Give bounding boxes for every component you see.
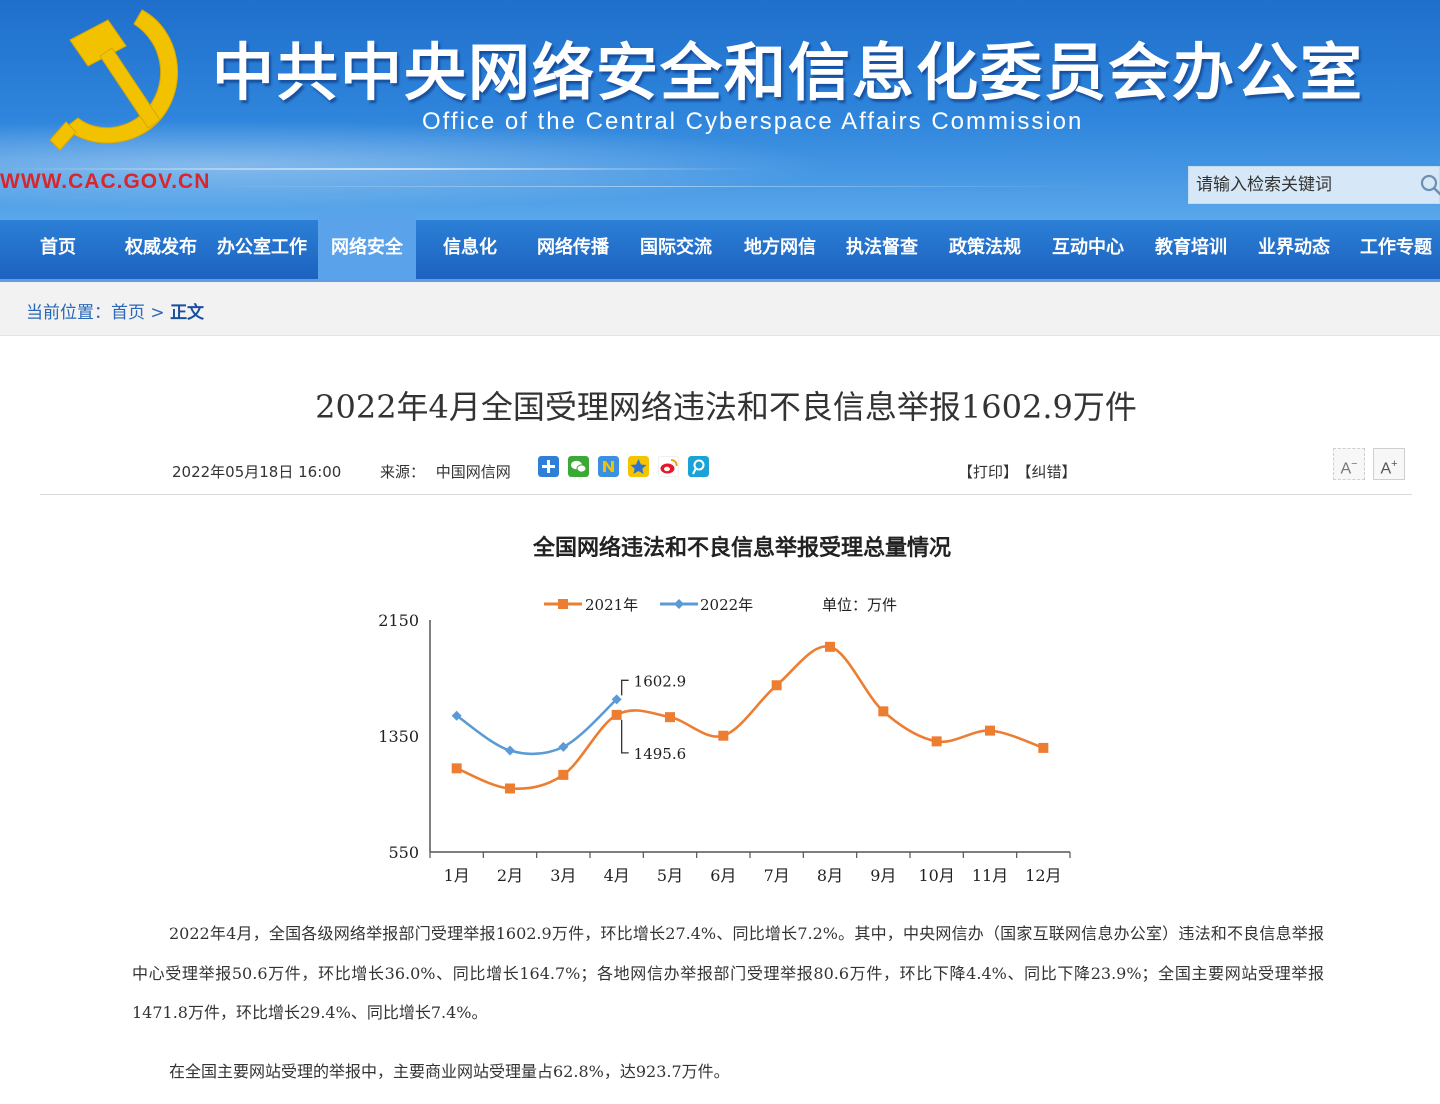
data-point [558, 769, 569, 780]
annotation-label: 1495.6 [634, 745, 687, 763]
article-paragraph: 在全国主要网站受理的举报中，主要商业网站受理量占62.8%，达923.7万件。 [169, 1062, 730, 1081]
chart-title: 全国网络违法和不良信息举报受理总量情况 [532, 535, 951, 561]
article-title: 2022年4月全国受理网络违法和不良信息举报1602.9万件 [315, 388, 1137, 426]
weibo-icon[interactable] [658, 456, 679, 477]
nav-item-topics[interactable]: 工作专题 [1346, 220, 1440, 279]
nav-item-home[interactable]: 首页 [0, 220, 116, 279]
data-point [505, 783, 515, 794]
breadcrumb-current: 正文 [170, 303, 205, 323]
search-icon[interactable] [1420, 174, 1440, 196]
chart-annotations: 1602.9 1495.6 [621, 672, 687, 763]
font-larger-label: A [1380, 460, 1392, 478]
minus-icon: − [1351, 458, 1358, 470]
banner-light-line [200, 186, 1100, 187]
chart-axes: 1月 2月 3月 4月 5月 6月 7月 8月 9月 10月 11月 12月 550 1350 2150 [378, 611, 1071, 885]
chart-unit-label: 单位：万件 [822, 596, 897, 614]
nav-item-policy[interactable]: 政策法规 [934, 220, 1036, 279]
data-point [1038, 742, 1049, 753]
data-point [718, 730, 729, 741]
legend-label-2022: 2022年 [700, 596, 753, 614]
legend-label-2021: 2021年 [585, 596, 638, 614]
x-tick-label: 2月 [497, 866, 523, 885]
print-link[interactable]: 【打印】 [958, 463, 1018, 481]
breadcrumb-bar: 当前位置：首页 > 正文 [0, 282, 1440, 336]
font-larger-button[interactable]: A+ [1373, 448, 1405, 480]
source-name: 中国网信网 [435, 463, 511, 481]
y-tick-label: 2150 [378, 611, 419, 630]
nav-item-office[interactable]: 办公室工作 [206, 220, 318, 279]
data-point [558, 741, 569, 752]
breadcrumb-prefix: 当前位置： [26, 303, 111, 323]
breadcrumb-separator: > [150, 303, 165, 323]
nav-item-authority[interactable]: 权威发布 [116, 220, 206, 279]
x-tick-label: 9月 [870, 866, 896, 885]
print-links: 【打印】 【纠错】 [958, 461, 1083, 482]
legend-marker-2021 [558, 599, 568, 609]
data-point [825, 641, 835, 652]
breadcrumb: 当前位置：首页 > 正文 [26, 298, 204, 323]
correct-link[interactable]: 【纠错】 [1024, 463, 1077, 481]
data-point [451, 763, 462, 774]
x-tick-label: 6月 [710, 866, 736, 885]
plus-share-icon[interactable] [538, 456, 559, 477]
annotation-leader [621, 719, 629, 754]
breadcrumb-home-link[interactable]: 首页 [111, 303, 145, 323]
chart-series [451, 641, 1049, 794]
data-point [985, 725, 995, 736]
data-point [878, 706, 889, 717]
reports-line-chart: 全国网络违法和不良信息举报受理总量情况 2021年 2022年 单位：万件 1月… [378, 535, 1071, 885]
data-point [931, 736, 942, 747]
article-source: 来源： 中国网信网 [380, 461, 511, 482]
x-tick-label: 1月 [444, 866, 470, 885]
main-nav: 首页 权威发布 办公室工作 网络安全 信息化 网络传播 国际交流 地方网信 执法… [0, 214, 1440, 282]
article-paragraph: 2022年4月，全国各级网络举报部门受理举报1602.9万件，环比增长27.4%… [132, 924, 1324, 1022]
data-point [505, 745, 515, 756]
series-line-2022年 [455, 698, 618, 756]
site-url[interactable]: WWW.CAC.GOV.CN [0, 170, 210, 194]
search-input[interactable] [1189, 167, 1409, 203]
nav-item-education[interactable]: 教育培训 [1140, 220, 1242, 279]
font-smaller-label: A [1340, 460, 1352, 478]
nav-item-informatization[interactable]: 信息化 [416, 220, 524, 279]
x-tick-label: 12月 [1025, 866, 1061, 885]
source-label: 来源： [380, 463, 426, 481]
renren-icon[interactable] [598, 456, 619, 477]
nav-item-enforcement[interactable]: 执法督查 [832, 220, 932, 279]
nav-item-security[interactable]: 网络安全 [318, 214, 416, 279]
x-tick-label: 8月 [817, 866, 843, 885]
series-line-2021年 [456, 645, 1044, 791]
x-tick-label: 10月 [918, 866, 954, 885]
search-box [1188, 166, 1440, 204]
x-tick-label: 7月 [764, 866, 790, 885]
plus-icon: + [1391, 458, 1398, 470]
font-smaller-button[interactable]: A− [1333, 448, 1365, 480]
x-tick-label: 5月 [657, 866, 683, 885]
chart-legend: 2021年 2022年 单位：万件 [544, 596, 897, 614]
annotation-leader [621, 679, 629, 696]
x-tick-label: 11月 [972, 866, 1008, 885]
legend-marker-2022 [674, 599, 684, 609]
nav-item-communication[interactable]: 网络传播 [524, 220, 622, 279]
qzone-icon[interactable] [628, 456, 649, 477]
article-date: 2022年05月18日 16:00 [172, 463, 342, 481]
header-divider [40, 494, 1412, 495]
party-emblem-icon [49, 9, 179, 151]
x-tick-label: 4月 [604, 866, 630, 885]
y-tick-label: 550 [388, 843, 419, 862]
annotation-label: 1602.9 [634, 672, 687, 690]
tencent-weibo-icon[interactable] [688, 456, 709, 477]
site-subtitle: Office of the Central Cyberspace Affairs… [422, 108, 1084, 135]
data-point [665, 712, 675, 723]
y-tick-label: 1350 [378, 727, 419, 746]
nav-item-interaction[interactable]: 互动中心 [1036, 220, 1140, 279]
nav-item-local[interactable]: 地方网信 [728, 220, 832, 279]
site-title: 中共中央网络安全和信息化委员会办公室 [212, 36, 1365, 109]
x-tick-label: 3月 [550, 866, 576, 885]
nav-item-international[interactable]: 国际交流 [624, 220, 728, 279]
nav-item-industry[interactable]: 业界动态 [1243, 220, 1345, 279]
wechat-icon[interactable] [568, 456, 589, 477]
data-point [611, 709, 622, 720]
data-point [771, 680, 782, 691]
